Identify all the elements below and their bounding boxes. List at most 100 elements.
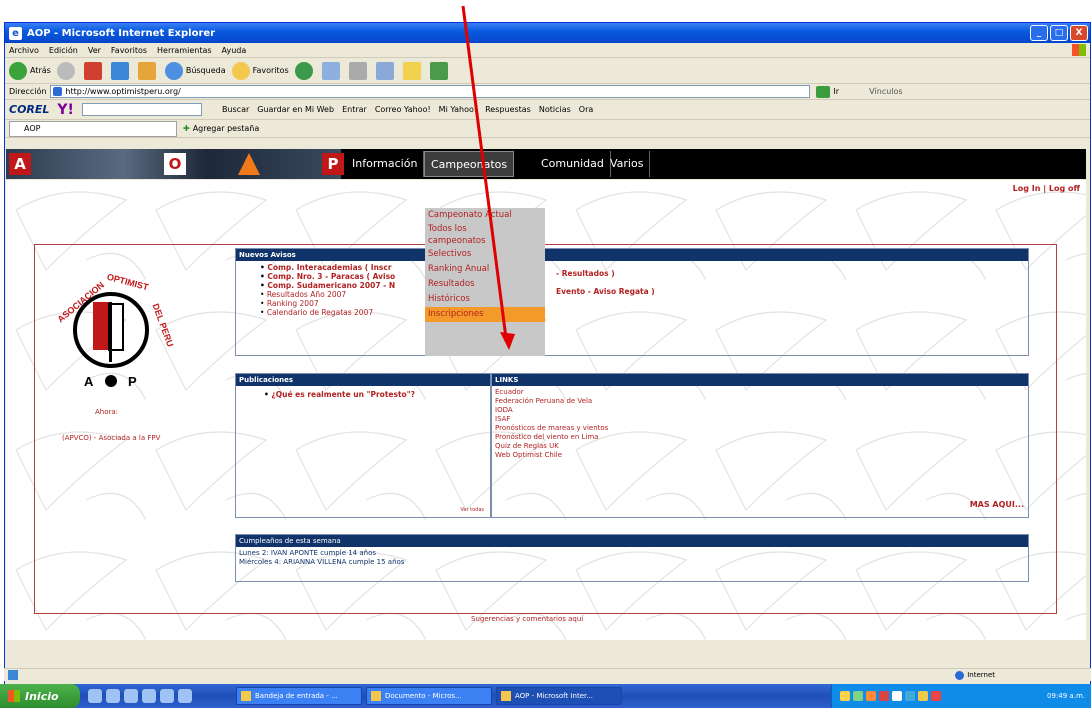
link-item[interactable]: Pronósticos de mareas y vientos [495, 424, 1028, 433]
refresh-icon [110, 61, 129, 80]
go-label[interactable]: Ir [833, 87, 839, 96]
search-icon [164, 61, 183, 80]
refresh-button[interactable] [110, 61, 132, 80]
dropdown-historicos[interactable]: Históricos [425, 292, 545, 307]
save-to-my-web[interactable]: Guardar en Mi Web [257, 105, 334, 114]
edit-button[interactable] [375, 61, 397, 80]
dropdown-selectivos[interactable]: Selectivos [425, 247, 545, 262]
menu-ver[interactable]: Ver [88, 46, 101, 55]
nav-comunidad[interactable]: Comunidad [535, 151, 611, 177]
nav-informacion[interactable]: Información [346, 151, 425, 177]
link-item[interactable]: ISAF [495, 415, 1028, 424]
folder-button[interactable] [402, 61, 424, 80]
aviso-tail-2[interactable]: Evento - Aviso Regata ) [556, 287, 655, 296]
tab-aop[interactable]: AOP [9, 120, 177, 137]
link-item[interactable]: IODA [495, 406, 1028, 415]
close-button[interactable]: X [1070, 25, 1088, 41]
tray-icon[interactable] [892, 691, 902, 701]
quicklaunch-outlook-icon[interactable] [124, 689, 138, 703]
aviso-item[interactable]: Ranking 2007 [260, 299, 1028, 308]
sugerencias-link[interactable]: Sugerencias y comentarios aquí [471, 615, 583, 623]
ver-todas-link[interactable]: Ver todas [460, 507, 484, 513]
quicklaunch-media-icon[interactable] [142, 689, 156, 703]
menu-edicion[interactable]: Edición [49, 46, 78, 55]
minimize-button[interactable]: _ [1030, 25, 1048, 41]
history-icon [294, 61, 313, 80]
dropdown-todos-campeonatos[interactable]: Todos los campeonatos [425, 223, 515, 247]
stop-button[interactable] [83, 61, 105, 80]
publicacion-protesto-link[interactable]: ¿Qué es realmente un "Protesto"? [236, 386, 490, 399]
answers-button[interactable]: Respuestas [485, 105, 531, 114]
mas-aqui-link[interactable]: MAS AQUI... [970, 500, 1024, 509]
yahoo-search-button[interactable]: Buscar [222, 105, 249, 114]
forward-button[interactable] [56, 61, 78, 80]
task-bandeja-entrada[interactable]: Bandeja de entrada - ... [236, 687, 362, 705]
yahoo-logo[interactable]: Y! [57, 102, 74, 118]
tray-icon[interactable] [866, 691, 876, 701]
dropdown-campeonato-actual[interactable]: Campeonato Actual [425, 208, 545, 223]
windows-taskbar: Inicio Bandeja de entrada - ... Document… [0, 684, 1091, 708]
star-icon [231, 61, 250, 80]
messenger-icon [429, 61, 448, 80]
svg-text:OPTIMIST: OPTIMIST [106, 272, 150, 293]
task-documento-word[interactable]: Documento - Micros... [366, 687, 492, 705]
tray-icon[interactable] [879, 691, 889, 701]
tray-icon[interactable] [905, 691, 915, 701]
dropdown-ranking-anual[interactable]: Ranking Anual [425, 262, 545, 277]
status-bar: Internet [4, 668, 1091, 681]
signin-button[interactable]: Entrar [342, 105, 367, 114]
maximize-button[interactable]: □ [1050, 25, 1068, 41]
link-item[interactable]: Quiz de Reglas UK [495, 442, 1028, 451]
favorites-button[interactable]: Favoritos [231, 61, 289, 80]
windows-logo-icon [1072, 44, 1086, 56]
title-bar: e AOP - Microsoft Internet Explorer _ □ … [5, 23, 1090, 43]
aviso-item[interactable]: Calendario de Regatas 2007 [260, 308, 1028, 317]
aviso-item[interactable]: Comp. Nro. 3 - Paracas ( Aviso [260, 272, 1028, 281]
dropdown-resultados[interactable]: Resultados [425, 277, 545, 292]
my-yahoo-button[interactable]: Mi Yahoo! [439, 105, 477, 114]
nav-varios[interactable]: Varios [604, 151, 651, 177]
quicklaunch-msn-icon[interactable] [160, 689, 174, 703]
login-logoff-links[interactable]: Log In | Log off [1013, 184, 1080, 193]
messenger-button[interactable] [429, 61, 451, 80]
menu-ayuda[interactable]: Ayuda [222, 46, 247, 55]
quicklaunch-app-icon[interactable] [178, 689, 192, 703]
search-button[interactable]: Búsqueda [164, 61, 226, 80]
nav-campeonatos[interactable]: Campeonatos [424, 151, 515, 177]
tray-icon[interactable] [853, 691, 863, 701]
menu-archivo[interactable]: Archivo [9, 46, 39, 55]
link-item[interactable]: Federación Peruana de Vela [495, 397, 1028, 406]
tray-icon[interactable] [840, 691, 850, 701]
quicklaunch-desktop-icon[interactable] [106, 689, 120, 703]
yahoo-search-input[interactable] [81, 103, 202, 116]
aviso-tail-1[interactable]: - Resultados ) [556, 269, 615, 278]
task-aop-ie[interactable]: AOP - Microsoft Inter... [496, 687, 622, 705]
go-arrow-icon[interactable] [816, 85, 831, 98]
links-list: Ecuador Federación Peruana de Vela IODA … [492, 386, 1028, 460]
search-label: Búsqueda [185, 66, 226, 75]
quicklaunch-ie-icon[interactable] [88, 689, 102, 703]
window-title: AOP - Microsoft Internet Explorer [27, 27, 216, 39]
tray-icon[interactable] [931, 691, 941, 701]
yahoo-mail-button[interactable]: Correo Yahoo! [375, 105, 431, 114]
aviso-item[interactable]: Comp. Interacademias ( Inscr [260, 263, 1028, 272]
back-button[interactable]: Atrás [9, 61, 51, 80]
home-button[interactable] [137, 61, 159, 80]
address-input[interactable]: http://www.optimistperu.org/ [50, 85, 811, 98]
history-button[interactable] [294, 61, 316, 80]
menu-herramientas[interactable]: Herramientas [157, 46, 212, 55]
link-item[interactable]: Pronóstico del viento en Lima [495, 433, 1028, 442]
add-tab-button[interactable]: ✚ Agregar pestaña [183, 124, 259, 133]
menu-favoritos[interactable]: Favoritos [111, 46, 147, 55]
svg-text:DEL PERU: DEL PERU [151, 302, 176, 348]
links-label[interactable]: Vínculos [869, 87, 903, 96]
ora-button[interactable]: Ora [579, 105, 594, 114]
mail-button[interactable] [321, 61, 343, 80]
link-item[interactable]: Web Optimist Chile [495, 451, 1028, 460]
news-button[interactable]: Noticias [539, 105, 571, 114]
tray-icon[interactable] [918, 691, 928, 701]
dropdown-inscripciones[interactable]: Inscripciones [425, 307, 545, 322]
link-item[interactable]: Ecuador [495, 388, 1028, 397]
print-button[interactable] [348, 61, 370, 80]
start-button[interactable]: Inicio [0, 684, 80, 708]
